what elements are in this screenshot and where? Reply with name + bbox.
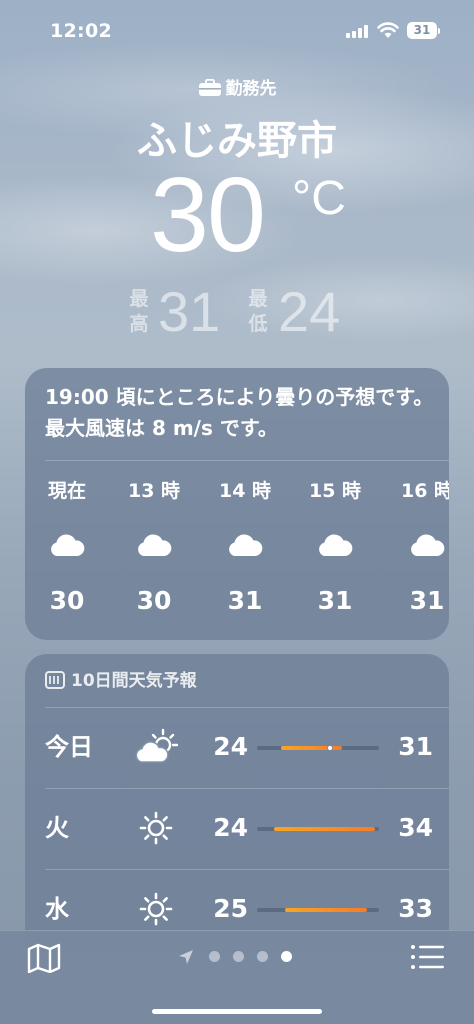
forecast-low: 24: [213, 813, 248, 842]
battery-icon: 31: [407, 22, 440, 39]
current-temp-marker: [327, 745, 334, 751]
status-time: 12:02: [50, 20, 112, 42]
low-label-2: 低: [248, 313, 268, 335]
page-dot[interactable]: [257, 951, 268, 962]
bottom-toolbar: [0, 930, 474, 1024]
cloud-icon: [316, 530, 354, 560]
temperature-range-fill: [274, 827, 376, 831]
forecast-row[interactable]: 今日 24 31: [25, 708, 449, 788]
forecast-row[interactable]: 火 24 34: [25, 789, 449, 869]
forecast-header: 10日間天気予報: [45, 668, 197, 694]
forecast-day: 火: [45, 814, 69, 842]
location-arrow-icon: [179, 950, 193, 964]
hour-item: 16 時 31: [387, 478, 449, 628]
temperature-value: 30: [150, 156, 266, 274]
sun-icon: [133, 809, 179, 847]
partly-sunny-icon: [133, 728, 179, 766]
cloud-icon: [226, 530, 264, 560]
cloud-icon: [135, 530, 173, 560]
forecast-high: 34: [398, 813, 433, 842]
location-tag: 勤務先: [0, 74, 474, 99]
temperature-range-fill: [285, 908, 367, 912]
hour-temp: 31: [227, 586, 263, 615]
sun-icon: [133, 890, 179, 928]
hourly-forecast-card[interactable]: 19:00 頃にところにより曇りの予想です。最大風速は 8 m/s です。 現在…: [25, 368, 449, 640]
ten-day-forecast-card[interactable]: 10日間天気予報 今日 24 31 火 24 34 水 25 33: [25, 654, 449, 954]
signal-icon: [346, 25, 370, 38]
low-temp: 24: [278, 280, 341, 343]
divider: [45, 460, 449, 461]
page-dot[interactable]: [209, 951, 220, 962]
status-bar: 12:02 31: [0, 0, 474, 62]
hour-temp: 30: [49, 586, 85, 615]
wifi-icon: [377, 22, 399, 38]
forecast-low: 24: [213, 732, 248, 761]
hour-label: 14 時: [218, 480, 272, 502]
forecast-day: 水: [45, 895, 69, 923]
low-label-1: 最: [248, 288, 268, 310]
list-icon[interactable]: [410, 943, 446, 973]
forecast-high: 33: [398, 894, 433, 923]
high-label-2: 高: [129, 313, 149, 335]
cloud-icon: [408, 530, 446, 560]
hour-label: 13 時: [127, 480, 181, 502]
hour-label: 現在: [47, 480, 86, 502]
location-tag-label: 勤務先: [225, 79, 277, 99]
temperature-range-bar: [257, 827, 379, 831]
temperature-unit: °C: [292, 172, 346, 225]
forecast-day: 今日: [45, 733, 93, 761]
map-icon[interactable]: [26, 943, 62, 973]
home-indicator: [152, 1009, 322, 1014]
forecast-high: 31: [398, 732, 433, 761]
page-indicator[interactable]: [178, 949, 298, 965]
temperature-range-fill: [281, 746, 343, 750]
hour-item: 13 時 30: [114, 478, 194, 628]
high-low: 最 高 31 最 低 24: [0, 282, 474, 344]
forecast-low: 25: [213, 894, 248, 923]
hour-item: 15 時 31: [295, 478, 375, 628]
hour-item: 14 時 31: [205, 478, 285, 628]
forecast-title: 10日間天気予報: [71, 671, 197, 691]
temperature-range-bar: [257, 908, 379, 912]
page-dot-active[interactable]: [281, 951, 292, 962]
hour-temp: 31: [409, 586, 445, 615]
hour-item: 現在 30: [27, 478, 107, 628]
cloud-icon: [48, 530, 86, 560]
current-temperature: 30 °C: [0, 160, 474, 270]
temperature-range-bar: [257, 745, 379, 751]
hour-label: 15 時: [308, 480, 362, 502]
hour-temp: 30: [136, 586, 172, 615]
high-temp: 31: [158, 280, 221, 343]
high-label-1: 最: [129, 288, 149, 310]
hour-temp: 31: [317, 586, 353, 615]
briefcase-icon: [198, 78, 222, 96]
page-dot[interactable]: [233, 951, 244, 962]
hour-label: 16 時: [400, 480, 449, 502]
hourly-list[interactable]: 現在 30 13 時 30 14 時 31 15 時 31 16 時 31: [25, 478, 449, 628]
forecast-summary: 19:00 頃にところにより曇りの予想です。最大風速は 8 m/s です。: [45, 385, 434, 440]
calendar-icon: [45, 671, 65, 689]
